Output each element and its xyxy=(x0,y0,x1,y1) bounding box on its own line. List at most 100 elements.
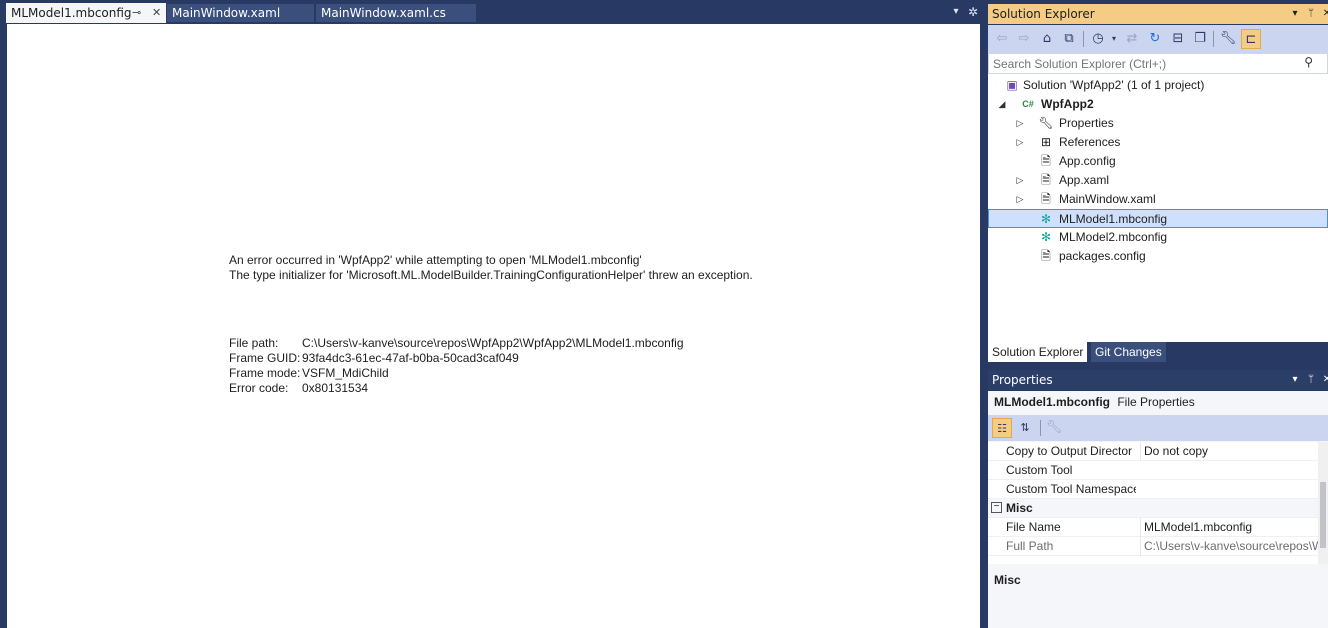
pin-icon[interactable]: ⊸ xyxy=(132,3,141,23)
tree-node-mlmodel2[interactable]: ✻ MLModel2.mbconfig xyxy=(988,228,1328,247)
forward-icon[interactable]: ⇨ xyxy=(1014,29,1034,49)
expanded-arrow-icon[interactable]: ◢ xyxy=(997,95,1007,114)
tab-label: MainWindow.xaml xyxy=(172,6,281,20)
pin-icon[interactable]: ᛘ xyxy=(1304,370,1318,390)
home-icon[interactable]: ⌂ xyxy=(1037,29,1057,49)
detail-label: Frame GUID: xyxy=(229,351,301,365)
property-value[interactable]: C:\Users\v-kanve\source\repos\W xyxy=(1140,537,1318,556)
close-icon[interactable]: ✕ xyxy=(1320,370,1328,390)
property-value[interactable]: MLModel1.mbconfig xyxy=(1140,518,1318,537)
tab-mainwindow-xaml[interactable]: MainWindow.xaml xyxy=(167,4,314,22)
tree-node-references[interactable]: ▷ ⊞ References xyxy=(988,133,1328,152)
tree-node-app-config[interactable]: 🗎︎ App.config xyxy=(988,152,1328,171)
solution-tree: ▣ Solution 'WpfApp2' (1 of 1 project) ◢ … xyxy=(988,74,1328,342)
tree-node-packages-config[interactable]: 🗎︎ packages.config xyxy=(988,247,1328,266)
tree-node-app-xaml[interactable]: ▷ 🗎︎ App.xaml xyxy=(988,171,1328,190)
property-name: File Name xyxy=(1006,520,1061,534)
panel-title: Properties xyxy=(992,373,1053,387)
detail-label: File path: xyxy=(229,336,279,350)
tree-node-mainwindow-xaml[interactable]: ▷ 🗎︎ MainWindow.xaml xyxy=(988,190,1328,209)
switch-views-icon[interactable]: ⧉ xyxy=(1059,29,1079,49)
search-icon[interactable]: ⚲ xyxy=(1304,55,1313,69)
properties-icon[interactable]: 🔧︎ xyxy=(1218,29,1238,49)
node-label: Properties xyxy=(1059,116,1114,130)
solution-explorer-search[interactable]: ⚲ xyxy=(988,53,1328,74)
property-row[interactable]: Copy to Output Director Do not copy xyxy=(988,442,1318,461)
config-file-icon: 🗎︎ xyxy=(1041,154,1051,168)
tab-mlmodel1-mbconfig[interactable]: MLModel1.mbconfig ⊸ ✕ xyxy=(6,3,166,23)
properties-title-bar[interactable]: Properties ▾ ᛘ ✕ xyxy=(988,370,1328,390)
properties-scrollbar[interactable] xyxy=(1318,442,1328,564)
document-tab-bar: MLModel1.mbconfig ⊸ ✕ MainWindow.xaml Ma… xyxy=(0,0,982,24)
tool-windows: Solution Explorer ▾ ᛘ ✕ ⇦ ⇨ ⌂ ⧉ ◷ ▾ ⇄ ↻ … xyxy=(982,0,1328,628)
toolbar-separator xyxy=(1083,31,1084,47)
category-label: Misc xyxy=(1006,501,1033,515)
property-value[interactable]: Do not copy xyxy=(1140,442,1318,461)
solution-explorer-toolbar: ⇦ ⇨ ⌂ ⧉ ◷ ▾ ⇄ ↻ ⊟ ❐ 🔧︎ ⊏ xyxy=(988,25,1328,53)
close-icon[interactable]: ✕ xyxy=(152,3,161,23)
show-all-files-icon[interactable]: ❐ xyxy=(1190,29,1210,49)
solution-explorer-bottom-tabs: Solution Explorer Git Changes xyxy=(988,342,1328,362)
properties-panel: MLModel1.mbconfig File Properties ☷ ⇅ 🔧︎… xyxy=(988,391,1328,628)
scrollbar-thumb[interactable] xyxy=(1320,482,1326,548)
tree-node-properties[interactable]: ▷ 🔧︎ Properties xyxy=(988,114,1328,133)
category-misc[interactable]: − Misc xyxy=(988,499,1318,518)
file-path-value: C:\Users\v-kanve\source\repos\WpfApp2\Wp… xyxy=(302,336,684,350)
collapsed-arrow-icon[interactable]: ▷ xyxy=(1015,190,1025,209)
property-name: Copy to Output Director xyxy=(1006,444,1133,458)
description-title: Misc xyxy=(994,573,1021,587)
property-row[interactable]: File Name MLModel1.mbconfig xyxy=(988,518,1318,537)
node-label: MLModel2.mbconfig xyxy=(1059,230,1168,244)
search-input[interactable] xyxy=(989,54,1289,73)
collapsed-arrow-icon[interactable]: ▷ xyxy=(1015,133,1025,152)
property-row[interactable]: Custom Tool Namespace xyxy=(988,480,1318,499)
error-message-line2: The type initializer for 'Microsoft.ML.M… xyxy=(229,268,753,282)
tab-label: MLModel1.mbconfig xyxy=(11,6,132,20)
toolbar-separator xyxy=(1213,31,1214,47)
solution-explorer-title-bar[interactable]: Solution Explorer ▾ ᛘ ✕ xyxy=(988,4,1328,24)
node-label: MainWindow.xaml xyxy=(1059,192,1156,206)
panel-title: Solution Explorer xyxy=(992,7,1095,21)
collapsed-arrow-icon[interactable]: ▷ xyxy=(1015,171,1025,190)
wrench-icon: 🔧︎ xyxy=(1038,116,1054,130)
chevron-down-icon[interactable]: ▾ xyxy=(1104,29,1124,49)
property-row[interactable]: Custom Tool xyxy=(988,461,1318,480)
node-label: Solution 'WpfApp2' (1 of 1 project) xyxy=(1023,78,1205,92)
frame-guid-value: 93fa4dc3-61ec-47af-b0ba-50cad3caf049 xyxy=(302,351,519,365)
property-name: Custom Tool Namespace xyxy=(1006,482,1136,496)
properties-object-selector[interactable]: MLModel1.mbconfig File Properties xyxy=(988,391,1328,413)
property-pages-icon[interactable]: 🔧︎ xyxy=(1044,418,1064,438)
node-label: WpfApp2 xyxy=(1041,97,1094,111)
chevron-down-icon[interactable]: ▾ xyxy=(1288,4,1302,24)
collapse-icon[interactable]: − xyxy=(991,502,1002,513)
collapsed-arrow-icon[interactable]: ▷ xyxy=(1015,114,1025,133)
mbconfig-icon: ✻ xyxy=(1040,230,1052,244)
property-name: Custom Tool xyxy=(1006,463,1073,477)
tab-label: MainWindow.xaml.cs xyxy=(321,6,446,20)
tree-node-solution[interactable]: ▣ Solution 'WpfApp2' (1 of 1 project) xyxy=(988,76,1328,95)
object-type: File Properties xyxy=(1117,395,1195,409)
tree-node-project[interactable]: ◢ C# WpfApp2 xyxy=(988,95,1328,114)
property-name: Full Path xyxy=(1006,539,1054,553)
close-icon[interactable]: ✕ xyxy=(1320,4,1328,24)
preview-selected-icon[interactable]: ⊏ xyxy=(1241,29,1261,49)
alphabetical-icon[interactable]: ⇅ xyxy=(1015,418,1035,438)
refresh-icon[interactable]: ↻ xyxy=(1145,29,1165,49)
chevron-down-icon[interactable]: ▾ xyxy=(1288,370,1302,390)
property-row[interactable]: Full Path C:\Users\v-kanve\source\repos\… xyxy=(988,537,1318,556)
node-label: App.xaml xyxy=(1059,173,1110,187)
csharp-project-icon: C# xyxy=(1022,99,1034,109)
gear-icon[interactable]: ✲ xyxy=(966,5,980,19)
tree-node-mlmodel1[interactable]: ✻ MLModel1.mbconfig xyxy=(988,209,1328,228)
tab-mainwindow-xaml-cs[interactable]: MainWindow.xaml.cs xyxy=(316,4,476,22)
pin-icon[interactable]: ᛘ xyxy=(1304,4,1318,24)
chevron-down-icon[interactable]: ▾ xyxy=(949,5,963,19)
property-grid: Copy to Output Director Do not copy Cust… xyxy=(988,442,1318,564)
sync-icon[interactable]: ⇄ xyxy=(1122,29,1142,49)
collapse-all-icon[interactable]: ⊟ xyxy=(1168,29,1188,49)
tab-git-changes[interactable]: Git Changes xyxy=(1091,342,1166,362)
xaml-file-icon: 🗎︎ xyxy=(1041,192,1051,206)
categorized-icon[interactable]: ☷ xyxy=(992,418,1012,438)
tab-solution-explorer[interactable]: Solution Explorer xyxy=(988,342,1088,362)
back-icon[interactable]: ⇦ xyxy=(992,29,1012,49)
